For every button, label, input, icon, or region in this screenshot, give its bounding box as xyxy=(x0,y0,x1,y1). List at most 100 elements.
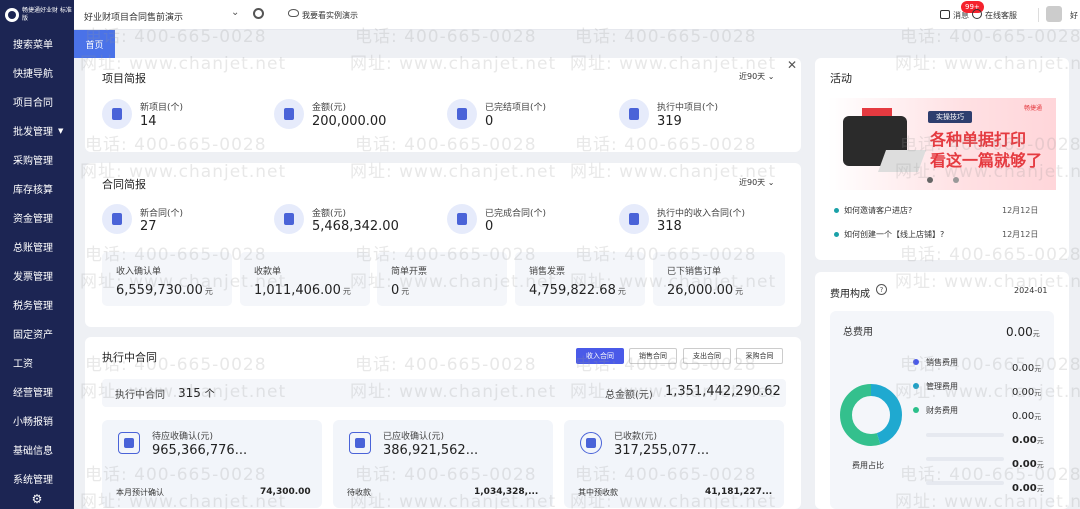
chip-receipts[interactable]: 收款单 1,011,406.00 元 xyxy=(240,252,370,306)
stamp-icon xyxy=(349,432,371,454)
sidebar-item-inventory[interactable]: 库存核算 xyxy=(0,174,74,203)
legend-label: 管理费用 xyxy=(926,382,958,391)
app-logo[interactable]: 畅捷通好业财 标准版 xyxy=(0,0,74,30)
chip-revenue-confirm[interactable]: 收入确认单 6,559,730.00 元 xyxy=(102,252,232,306)
sidebar-item-ledger[interactable]: 总账管理 xyxy=(0,232,74,261)
company-selector[interactable]: 好业财项目合同售前演示 xyxy=(84,10,183,23)
divider xyxy=(1038,8,1039,22)
stat-value: 319 xyxy=(657,114,682,129)
stat-value: 27 xyxy=(140,219,157,234)
sidebar: 畅捷通好业财 标准版 搜索菜单 快捷导航 项目合同 批发管理 ▼ 采购管理 库存核… xyxy=(0,0,74,509)
sidebar-item-quick-nav[interactable]: 快捷导航 xyxy=(0,58,74,87)
sidebar-item-search[interactable]: 搜索菜单 xyxy=(0,29,74,58)
customer-service-link[interactable]: 在线客服 xyxy=(985,10,1017,21)
tab-home[interactable]: 首页 xyxy=(74,30,115,58)
help-icon[interactable]: ? xyxy=(876,284,887,295)
bullet-icon xyxy=(834,232,839,237)
document-icon xyxy=(102,99,132,129)
tab-sales-contract[interactable]: 销售合同 xyxy=(629,348,677,364)
executing-title: 执行中合同 xyxy=(102,351,157,364)
in-progress-icon xyxy=(619,204,649,234)
news-link[interactable]: 如何邀请客户进店? xyxy=(844,205,912,216)
legend-value: 0.00元 xyxy=(1012,411,1042,422)
fee-title: 费用构成 xyxy=(830,289,870,300)
logo-text: 畅捷通好业财 标准版 xyxy=(22,7,72,22)
gear-icon[interactable] xyxy=(253,8,264,19)
pending-revenue-card[interactable]: 待应收确认(元) 965,366,776... 本月预计确认 74,300.00 xyxy=(102,420,322,508)
fee-donut-chart xyxy=(840,384,902,446)
fee-period[interactable]: 2024-01 xyxy=(1014,286,1047,295)
banner-headline-2: 看这一篇就够了 xyxy=(930,151,1043,170)
carousel-dot[interactable] xyxy=(927,177,933,183)
chip-sales-orders[interactable]: 已下销售订单 26,000.00 元 xyxy=(653,252,785,306)
carousel-dot[interactable] xyxy=(953,177,959,183)
document-icon xyxy=(102,204,132,234)
demo-link[interactable]: 我要看实例演示 xyxy=(302,10,358,21)
in-progress-icon xyxy=(619,99,649,129)
sidebar-item-payroll[interactable]: 工资 xyxy=(0,348,74,377)
legend-dot xyxy=(913,383,919,389)
close-icon[interactable]: ✕ xyxy=(787,58,797,72)
placeholder-bar xyxy=(926,481,1004,485)
confirmed-revenue-card[interactable]: 已应收确认(元) 386,921,562... 待收款 1,034,328,..… xyxy=(333,420,553,508)
count-label: 执行中合同 xyxy=(115,390,165,401)
headset-icon[interactable] xyxy=(972,9,982,19)
sidebar-item-wholesale[interactable]: 批发管理 ▼ xyxy=(0,116,74,145)
legend-label: 财务费用 xyxy=(926,406,958,415)
legend-label: 销售费用 xyxy=(926,358,958,367)
news-date: 12月12日 xyxy=(1002,206,1039,215)
chip-simple-invoice[interactable]: 简单开票 0元 xyxy=(377,252,507,306)
sidebar-item-expense[interactable]: 小畅报销 xyxy=(0,406,74,435)
stat-value: 200,000.00 xyxy=(312,114,387,129)
stat-value: 0 xyxy=(485,219,494,234)
project-range-select[interactable]: 近90天 ⌄ xyxy=(739,71,774,82)
extra-value: 0.00元 xyxy=(1012,483,1044,494)
tab-purchase-contract[interactable]: 采购合同 xyxy=(736,348,783,364)
chip-sales-invoice[interactable]: 销售发票 4,759,822.68 元 xyxy=(515,252,645,306)
user-name[interactable]: 好 xyxy=(1070,10,1078,21)
sidebar-item-fixed-assets[interactable]: 固定资产 xyxy=(0,319,74,348)
chevron-down-icon[interactable]: ⌄ xyxy=(231,7,239,18)
sidebar-item-operations[interactable]: 经营管理 xyxy=(0,377,74,406)
total-fee-label: 总费用 xyxy=(843,327,873,338)
stat-value: 0 xyxy=(485,114,494,129)
yuan-icon xyxy=(274,99,304,129)
legend-value: 0.00元 xyxy=(1012,387,1042,398)
news-link[interactable]: 如何创建一个【线上店铺】? xyxy=(844,229,944,240)
total-value: 1,351,442,290.62 xyxy=(665,384,781,399)
stat-label: 执行中的收入合同(个) xyxy=(657,209,746,219)
sidebar-item-tax[interactable]: 税务管理 xyxy=(0,290,74,319)
stat-label: 新合同(个) xyxy=(140,209,184,219)
bullet-icon xyxy=(834,208,839,213)
legend-dot xyxy=(913,407,919,413)
stat-label: 已完结项目(个) xyxy=(485,103,547,113)
completed-icon xyxy=(447,99,477,129)
received-payment-card[interactable]: 已收款(元) 317,255,077... 其中预收款 41,181,227..… xyxy=(564,420,784,508)
tab-expense-contract[interactable]: 支出合同 xyxy=(683,348,731,364)
banner-tag: 实操技巧 xyxy=(928,111,972,123)
cloud-icon xyxy=(288,9,299,17)
sidebar-item-invoice[interactable]: 发票管理 xyxy=(0,261,74,290)
tab-income-contract[interactable]: 收入合同 xyxy=(576,348,624,364)
avatar[interactable] xyxy=(1046,6,1062,22)
completed-icon xyxy=(447,204,477,234)
sidebar-item-purchase[interactable]: 采购管理 xyxy=(0,145,74,174)
placeholder-bar xyxy=(926,433,1004,437)
sidebar-item-project-contract[interactable]: 项目合同 xyxy=(0,87,74,116)
settings-icon[interactable]: ⚙ xyxy=(0,489,74,509)
placeholder-bar xyxy=(926,457,1004,461)
contract-range-select[interactable]: 近90天 ⌄ xyxy=(739,177,774,188)
yuan-coin-icon xyxy=(580,432,602,454)
sidebar-item-basic-info[interactable]: 基础信息 xyxy=(0,435,74,464)
stat-label: 金额(元) xyxy=(312,103,347,113)
stat-value: 14 xyxy=(140,114,157,129)
sidebar-item-funds[interactable]: 资金管理 xyxy=(0,203,74,232)
stat-value: 318 xyxy=(657,219,682,234)
list-icon xyxy=(118,432,140,454)
donut-center-label: 费用占比 xyxy=(852,461,884,470)
legend-dot xyxy=(913,359,919,365)
total-label: 总金额(元) xyxy=(605,390,653,401)
stat-label: 执行中项目(个) xyxy=(657,103,719,113)
printout-illustration xyxy=(877,150,927,172)
message-icon[interactable] xyxy=(940,10,950,19)
